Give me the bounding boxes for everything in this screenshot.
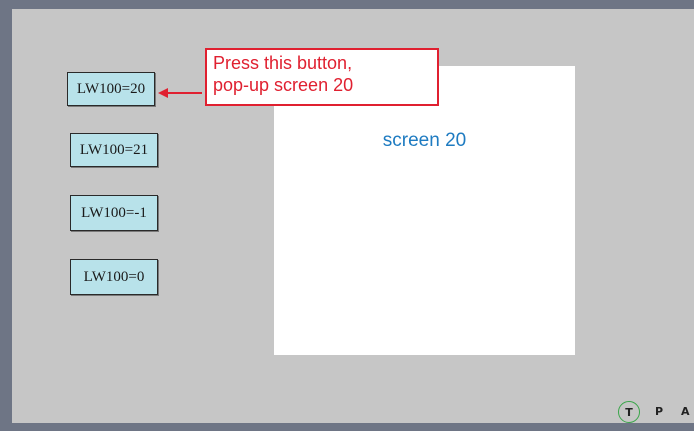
callout-line-1: Press this button, bbox=[213, 53, 353, 73]
hmi-screen: LW100=20 LW100=21 LW100=-1 LW100=0 scree… bbox=[12, 9, 694, 423]
mode-p-button[interactable]: P bbox=[655, 405, 663, 418]
callout-line-2: pop-up screen 20 bbox=[213, 75, 354, 95]
lw100-21-button[interactable]: LW100=21 bbox=[70, 133, 158, 167]
popup-window-screen-20: screen 20 bbox=[274, 66, 575, 355]
lw100-0-button[interactable]: LW100=0 bbox=[70, 259, 158, 295]
popup-title: screen 20 bbox=[382, 130, 467, 151]
callout-arrow-icon bbox=[158, 88, 202, 98]
mode-a-button[interactable]: A bbox=[681, 405, 690, 418]
lw100-20-button[interactable]: LW100=20 bbox=[67, 72, 155, 106]
lw100-minus1-button[interactable]: LW100=-1 bbox=[70, 195, 158, 231]
mode-t-button[interactable]: T bbox=[618, 401, 640, 423]
instruction-callout: Press this button, pop-up screen 20 bbox=[205, 48, 439, 106]
